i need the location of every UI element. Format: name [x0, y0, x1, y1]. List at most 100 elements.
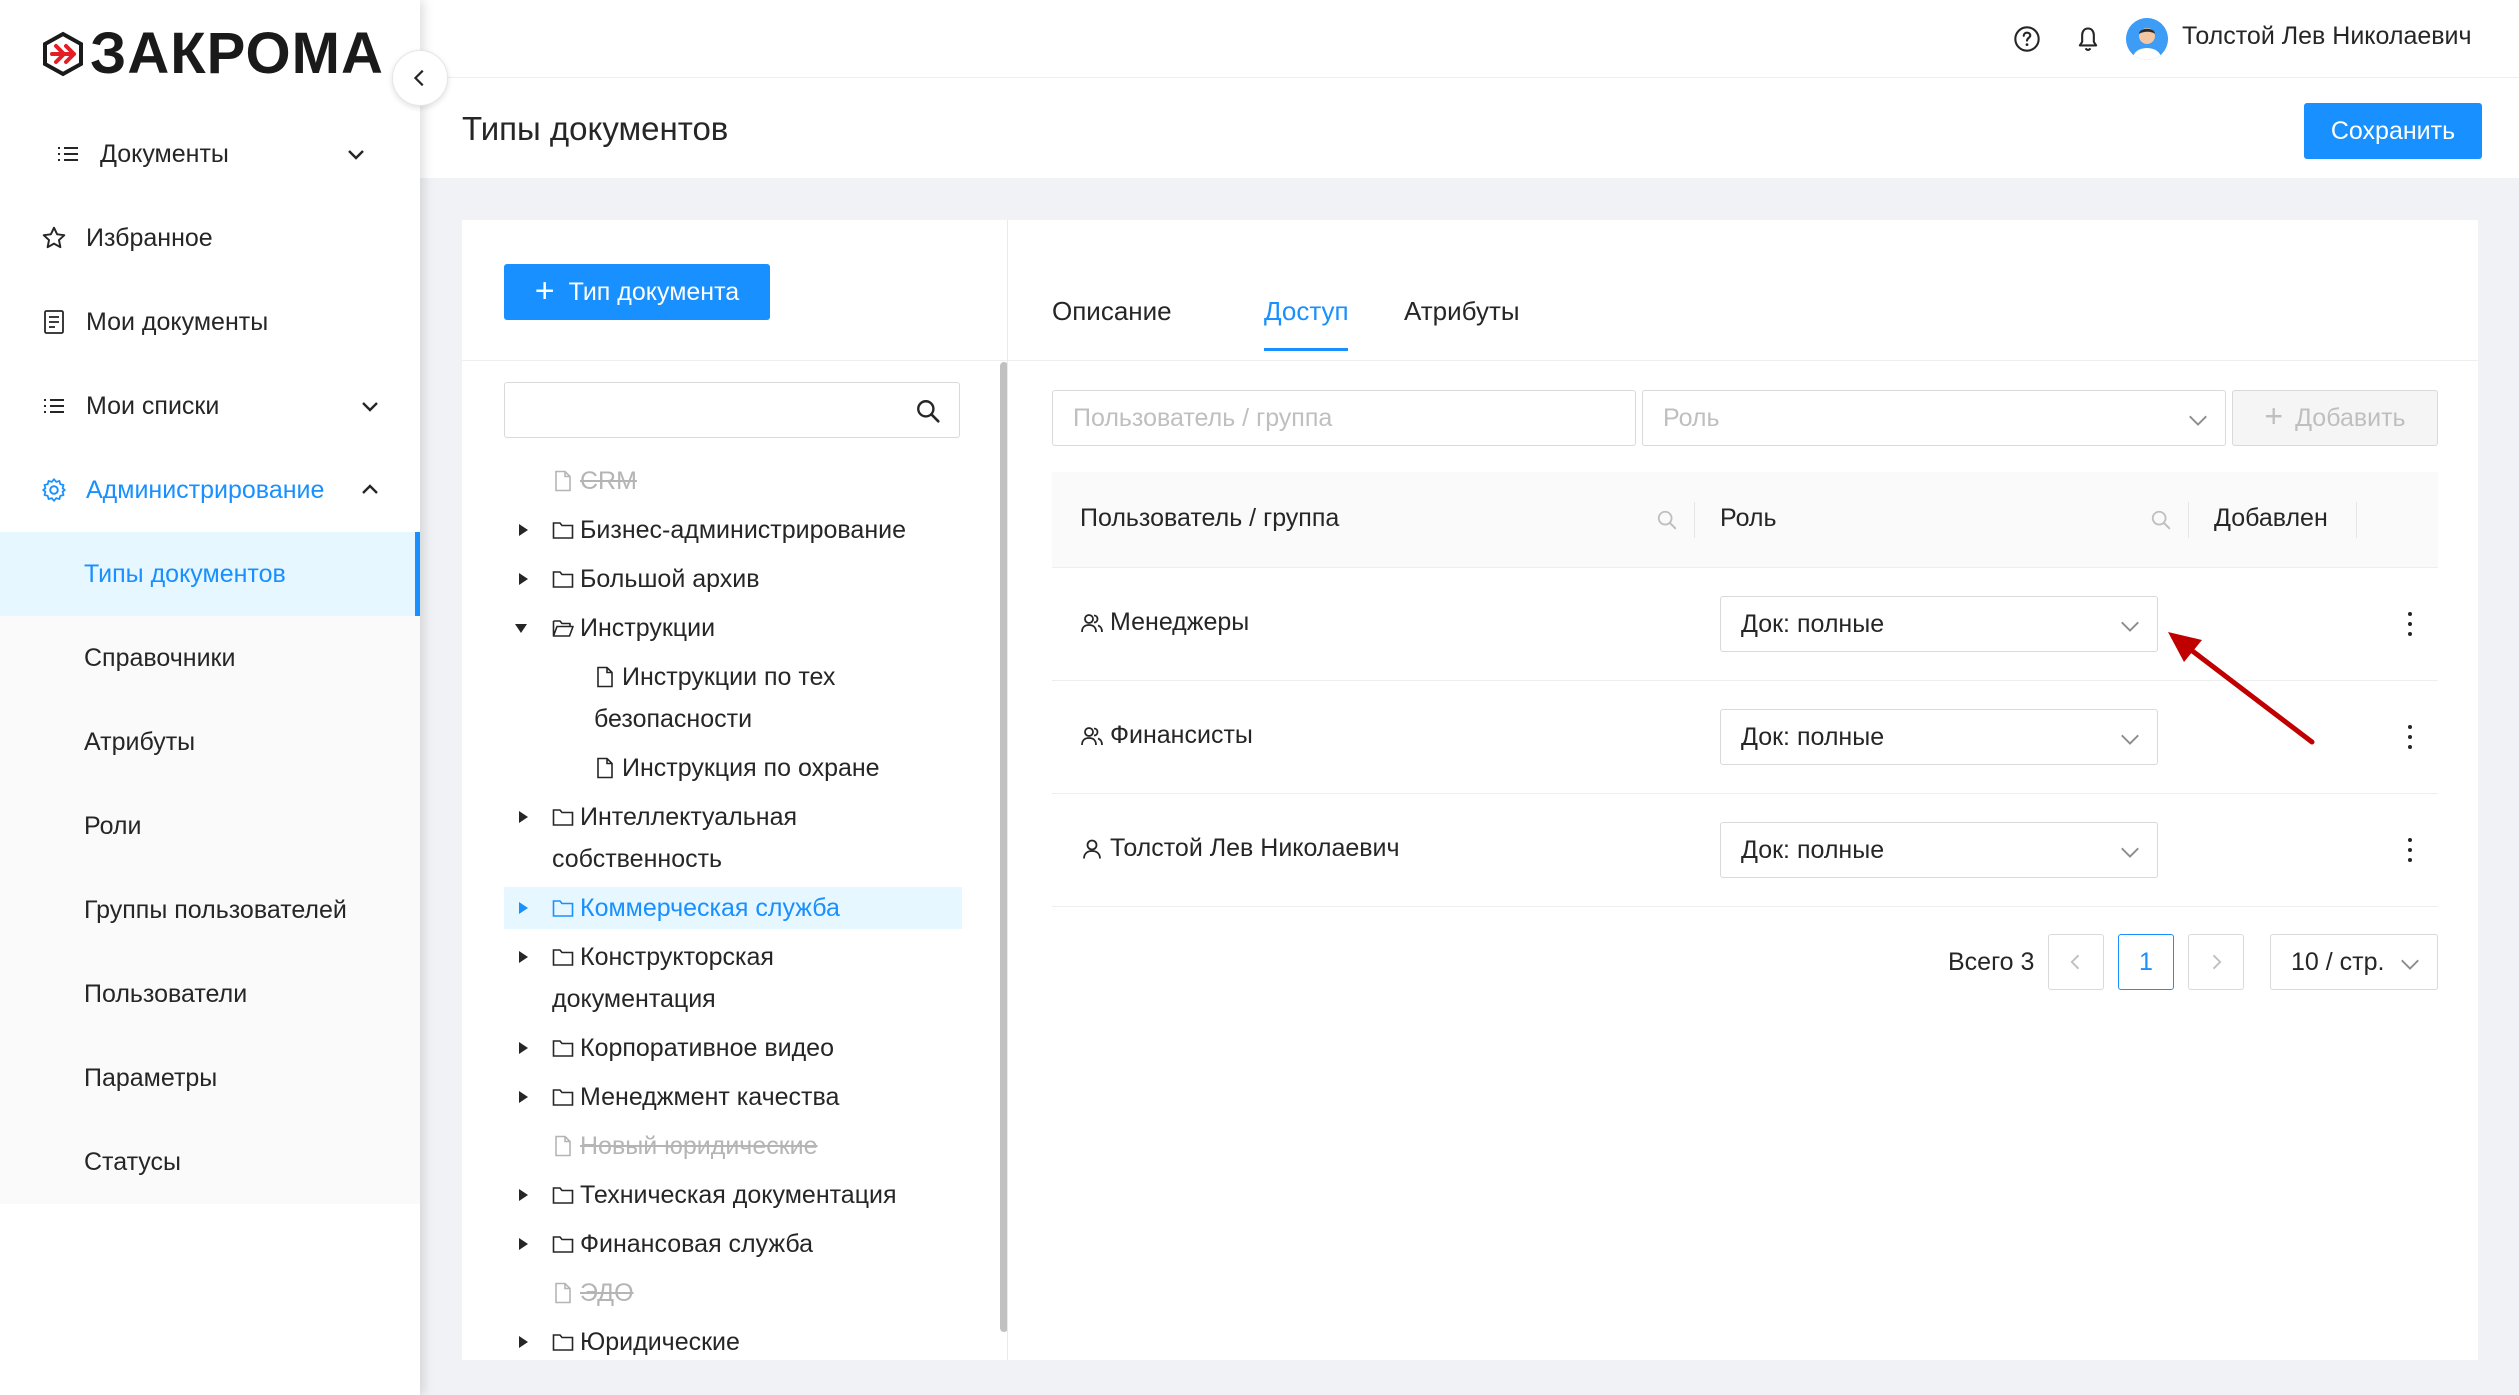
more-vertical-icon[interactable]: [2404, 836, 2416, 864]
sidebar-item-label: Типы документов: [84, 559, 286, 588]
tree-node-business-admin[interactable]: Бизнес-администрирование: [504, 509, 962, 551]
tree-node-corporate-video[interactable]: Корпоративное видео: [504, 1027, 962, 1069]
sidebar-item-attributes[interactable]: Атрибуты: [0, 700, 420, 784]
folder-icon: [552, 1187, 574, 1204]
page-size-value: 10 / стр.: [2291, 948, 2385, 976]
chevron-down-icon: [2121, 621, 2139, 632]
pagination-next-button[interactable]: [2188, 934, 2244, 990]
tree-search-input[interactable]: [504, 382, 960, 438]
sidebar-item-my-documents[interactable]: Мои документы: [0, 280, 420, 364]
tree-node-protection-instruction[interactable]: Инструкция по охране: [504, 747, 962, 789]
header-user-name[interactable]: Толстой Лев Николаевич: [2182, 22, 2472, 51]
sidebar-item-users[interactable]: Пользователи: [0, 952, 420, 1036]
tree-node-label: Коммерческая служба: [580, 894, 840, 922]
caret-right-icon[interactable]: [516, 1188, 530, 1202]
sidebar-item-my-lists[interactable]: Мои списки: [0, 364, 420, 448]
add-access-button[interactable]: + Добавить: [2232, 390, 2438, 446]
tree-node-safety-instructions[interactable]: Инструкции по тех безопасности: [504, 656, 962, 740]
sidebar-item-label: Мои документы: [86, 307, 269, 336]
logo[interactable]: ЗАКРОМА: [40, 24, 384, 84]
question-circle-icon[interactable]: [2010, 22, 2044, 56]
tree-node-label: Конструкторская: [580, 943, 774, 971]
sidebar-item-label: Группы пользователей: [84, 895, 347, 924]
row-role-value: Док: полные: [1741, 723, 1885, 751]
caret-right-icon[interactable]: [516, 810, 530, 824]
sidebar-item-statuses[interactable]: Статусы: [0, 1120, 420, 1204]
tree-node-new-legal[interactable]: Новый юридические: [504, 1125, 962, 1167]
tree-node-quality-management[interactable]: Менеджмент качества: [504, 1076, 962, 1118]
plus-icon: +: [534, 271, 555, 310]
tree-node-label: Техническая документация: [580, 1181, 897, 1209]
sidebar-item-label: Атрибуты: [84, 727, 196, 756]
more-vertical-icon[interactable]: [2404, 610, 2416, 638]
page-size-select[interactable]: 10 / стр.: [2270, 934, 2438, 990]
tree-node-instructions[interactable]: Инструкции: [504, 607, 962, 649]
caret-right-icon[interactable]: [516, 950, 530, 964]
sidebar-item-parameters[interactable]: Параметры: [0, 1036, 420, 1120]
tree-node-legal[interactable]: Юридические: [504, 1321, 962, 1360]
access-subject-name: Менеджеры: [1110, 608, 1250, 636]
pagination-prev-button[interactable]: [2048, 934, 2104, 990]
tree-node-big-archive[interactable]: Большой архив: [504, 558, 962, 600]
user-icon: [1083, 839, 1101, 859]
add-document-type-label: Тип документа: [568, 277, 740, 306]
column-added: Добавлен: [2214, 504, 2328, 532]
chevron-left-icon: [2070, 954, 2080, 970]
row-role-select[interactable]: Док: полные: [1720, 596, 2158, 652]
chevron-down-icon: [362, 402, 378, 412]
caret-right-icon[interactable]: [516, 1335, 530, 1349]
caret-right-icon[interactable]: [516, 1090, 530, 1104]
more-vertical-icon[interactable]: [2404, 723, 2416, 751]
sidebar-item-document-types[interactable]: Типы документов: [0, 532, 420, 616]
sidebar-item-administration[interactable]: Администрирование: [0, 448, 420, 532]
row-role-select[interactable]: Док: полные: [1720, 822, 2158, 878]
save-button[interactable]: Сохранить: [2304, 103, 2482, 159]
role-select[interactable]: Роль: [1642, 390, 2226, 446]
caret-right-icon[interactable]: [516, 1237, 530, 1251]
search-icon[interactable]: [1656, 509, 1678, 531]
tree-node-edo[interactable]: ЭДО: [504, 1272, 962, 1314]
tree-node-financial-service[interactable]: Финансовая служба: [504, 1223, 962, 1265]
file-icon: [555, 1135, 571, 1157]
access-subject: Толстой Лев Николаевич: [1080, 834, 1400, 863]
user-group-input[interactable]: Пользователь / группа: [1052, 390, 1636, 446]
tab-attributes[interactable]: Атрибуты: [1404, 296, 1520, 327]
collapse-sidebar-button[interactable]: [392, 50, 448, 106]
tree-node-label: Менеджмент качества: [580, 1083, 840, 1111]
sidebar-item-user-groups[interactable]: Группы пользователей: [0, 868, 420, 952]
file-icon: [555, 1282, 571, 1304]
divider: [1008, 360, 2478, 361]
column-role: Роль: [1720, 504, 1777, 532]
access-subject: Менеджеры: [1080, 608, 1249, 637]
tree-node-commercial-service[interactable]: Коммерческая служба: [504, 887, 962, 929]
sidebar-item-favorites[interactable]: Избранное: [0, 196, 420, 280]
folder-icon: [552, 522, 574, 539]
tree-scrollbar[interactable]: [1000, 362, 1007, 1332]
tab-description[interactable]: Описание: [1052, 296, 1172, 327]
pagination-page-button[interactable]: 1: [2118, 934, 2174, 990]
tab-access[interactable]: Доступ: [1264, 296, 1349, 327]
caret-down-icon[interactable]: [514, 621, 528, 635]
tree-node-technical-documentation[interactable]: Техническая документация: [504, 1174, 962, 1216]
avatar[interactable]: [2126, 18, 2168, 60]
caret-right-icon[interactable]: [516, 572, 530, 586]
tree-node-design-documentation[interactable]: Конструкторская документация: [504, 936, 962, 1020]
bell-icon[interactable]: [2071, 22, 2105, 56]
sidebar-item-label: Справочники: [84, 643, 236, 672]
sidebar-item-label: Роли: [84, 811, 142, 840]
caret-right-icon[interactable]: [516, 523, 530, 537]
sidebar-item-label: Статусы: [84, 1147, 181, 1176]
sidebar-item-roles[interactable]: Роли: [0, 784, 420, 868]
sidebar-item-references[interactable]: Справочники: [0, 616, 420, 700]
search-icon[interactable]: [2150, 509, 2172, 531]
sidebar-item-documents[interactable]: Документы: [0, 112, 420, 196]
caret-right-icon[interactable]: [516, 1041, 530, 1055]
logo-icon: [43, 31, 83, 77]
tree-node-crm[interactable]: CRM: [504, 460, 962, 502]
folder-open-icon: [552, 620, 574, 637]
row-role-select[interactable]: Док: полные: [1720, 709, 2158, 765]
caret-right-icon[interactable]: [516, 901, 530, 915]
tree-node-label: CRM: [580, 467, 637, 495]
tree-node-intellectual-property[interactable]: Интеллектуальная собственность: [504, 796, 962, 880]
add-document-type-button[interactable]: + Тип документа: [504, 264, 770, 320]
